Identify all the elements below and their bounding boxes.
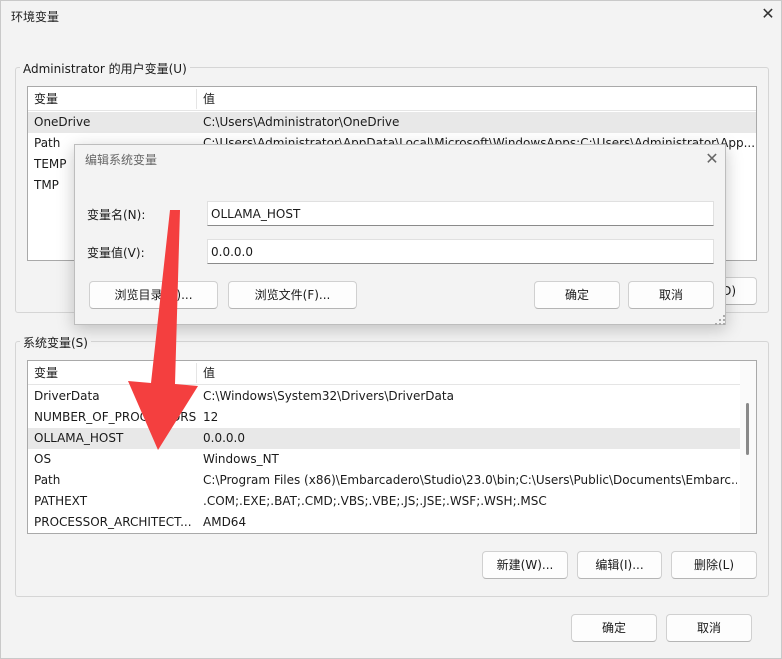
dialog-title: 编辑系统变量 — [85, 153, 158, 167]
ok-button[interactable]: 确定 — [571, 614, 657, 642]
system-delete-button[interactable]: 删除(L) — [671, 551, 757, 579]
list-header: 变量 值 — [28, 87, 756, 111]
row-value: .COM;.EXE;.BAT;.CMD;.VBS;.VBE;.JS;.JSE;.… — [203, 494, 547, 508]
table-row[interactable]: DriverData C:\Windows\System32\Drivers\D… — [28, 386, 756, 407]
table-row[interactable]: NUMBER_OF_PROCESSORS 12 — [28, 407, 756, 428]
row-name: PROCESSOR_ARCHITECT... — [34, 515, 192, 529]
browse-directory-button[interactable]: 浏览目录(D)... — [89, 281, 218, 309]
row-name: PATHEXT — [34, 494, 88, 508]
variable-name-label: 变量名(N): — [87, 208, 146, 222]
row-value: C:\Users\Administrator\OneDrive — [203, 115, 400, 129]
row-value: C:\Program Files (x86)\Embarcadero\Studi… — [203, 473, 737, 487]
row-name: Path — [34, 473, 61, 487]
system-new-button[interactable]: 新建(W)... — [482, 551, 568, 579]
system-edit-button[interactable]: 编辑(I)... — [577, 551, 662, 579]
window-title: 环境变量 — [11, 10, 60, 24]
row-name: OLLAMA_HOST — [34, 431, 124, 445]
vertical-scrollbar[interactable] — [740, 361, 756, 533]
row-value: C:\Windows\System32\Drivers\DriverData — [203, 389, 454, 403]
cancel-button[interactable]: 取消 — [666, 614, 752, 642]
close-icon[interactable]: ✕ — [759, 5, 777, 23]
table-row-selected[interactable]: OLLAMA_HOST 0.0.0.0 — [28, 428, 756, 449]
table-row[interactable]: PATHEXT .COM;.EXE;.BAT;.CMD;.VBS;.VBE;.J… — [28, 491, 756, 512]
row-value: Windows_NT — [203, 452, 279, 466]
environment-variables-window: 环境变量 ✕ Administrator 的用户变量(U) 变量 值 OneDr… — [0, 0, 782, 659]
variable-value-label: 变量值(V): — [87, 246, 145, 260]
close-icon[interactable]: ✕ — [703, 150, 721, 168]
row-name: DriverData — [34, 389, 100, 403]
edit-system-variable-dialog: 编辑系统变量 ✕ 变量名(N): 变量值(V): 浏览目录(D)... 浏览文件… — [74, 144, 726, 325]
column-header-value[interactable]: 值 — [197, 361, 497, 385]
dialog-cancel-button[interactable]: 取消 — [628, 281, 714, 309]
table-row[interactable]: PROCESSOR_ARCHITECT... AMD64 — [28, 512, 756, 533]
resize-grip-icon[interactable] — [715, 315, 725, 325]
row-name: OS — [34, 452, 52, 466]
row-value: 12 — [203, 410, 219, 424]
browse-file-button[interactable]: 浏览文件(F)... — [228, 281, 357, 309]
user-variables-label: Administrator 的用户变量(U) — [20, 60, 190, 77]
table-row[interactable]: OS Windows_NT — [28, 449, 756, 470]
scrollbar-thumb[interactable] — [746, 403, 749, 455]
variable-value-field[interactable] — [207, 239, 714, 264]
table-row[interactable]: Path C:\Program Files (x86)\Embarcadero\… — [28, 470, 756, 491]
row-value: 0.0.0.0 — [203, 431, 245, 445]
system-variables-label: 系统变量(S) — [20, 334, 91, 351]
row-name: NUMBER_OF_PROCESSORS — [34, 410, 196, 424]
list-header: 变量 值 — [28, 361, 756, 385]
column-header-variable[interactable]: 变量 — [28, 361, 196, 385]
column-header-variable[interactable]: 变量 — [28, 87, 196, 111]
row-value: AMD64 — [203, 515, 247, 529]
system-variables-list[interactable]: 变量 值 DriverData C:\Windows\System32\Driv… — [27, 360, 757, 534]
table-row[interactable]: OneDrive C:\Users\Administrator\OneDrive — [28, 112, 756, 133]
row-name: OneDrive — [34, 115, 91, 129]
column-header-value[interactable]: 值 — [197, 87, 497, 111]
variable-name-field[interactable] — [207, 201, 714, 226]
dialog-ok-button[interactable]: 确定 — [534, 281, 620, 309]
